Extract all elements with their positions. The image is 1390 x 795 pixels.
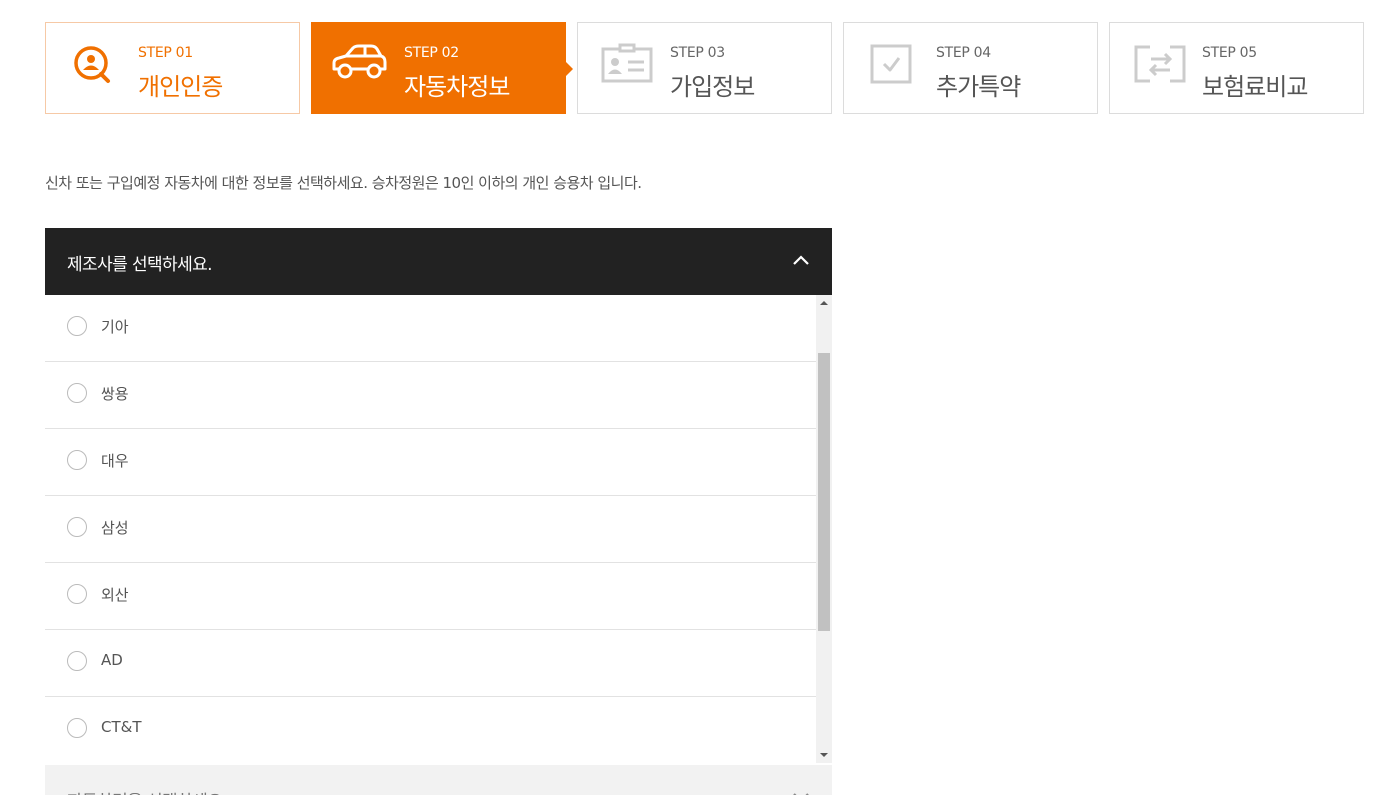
step-title: 보험료비교 — [1202, 73, 1308, 101]
step-number: STEP 01 — [138, 45, 193, 61]
step-number: STEP 03 — [670, 45, 725, 61]
option-label: 외산 — [101, 586, 129, 604]
chevron-down-icon — [793, 793, 809, 795]
options-scrollbar[interactable] — [816, 295, 832, 763]
checkbox-icon — [870, 44, 912, 84]
manufacturer-option[interactable]: 삼성 — [45, 496, 816, 563]
step-title: 개인인증 — [138, 73, 223, 101]
step-04-extra-options[interactable]: STEP 04 추가특약 — [843, 22, 1098, 114]
car-icon — [332, 44, 387, 79]
step-05-premium-compare[interactable]: STEP 05 보험료비교 — [1109, 22, 1364, 114]
car-name-dropdown[interactable]: 자동차명을 선택하세요. — [45, 765, 832, 795]
step-03-join-info[interactable]: STEP 03 가입정보 — [577, 22, 832, 114]
step-title: 추가특약 — [936, 73, 1021, 101]
radio-button[interactable] — [67, 718, 87, 738]
radio-button[interactable] — [67, 383, 87, 403]
radio-button[interactable] — [67, 316, 87, 336]
step-number: STEP 04 — [936, 45, 991, 61]
radio-button[interactable] — [67, 584, 87, 604]
manufacturer-option[interactable]: 기아 — [45, 295, 816, 362]
car-name-placeholder: 자동차명을 선택하세요. — [67, 787, 228, 795]
scrollbar-thumb[interactable] — [818, 353, 830, 631]
option-label: 기아 — [101, 318, 129, 336]
step-02-car-info[interactable]: STEP 02 자동차정보 — [311, 22, 573, 114]
option-label: AD — [101, 651, 123, 669]
scroll-down-arrow-icon[interactable] — [820, 753, 828, 757]
instruction-text: 신차 또는 구입예정 자동차에 대한 정보를 선택하세요. 승차정원은 10인 … — [45, 174, 642, 192]
radio-button[interactable] — [67, 651, 87, 671]
manufacturer-dropdown: 제조사를 선택하세요. 기아 쌍용 대우 삼성 외산 AD CT&T — [45, 228, 832, 763]
option-label: 쌍용 — [101, 385, 129, 403]
step-number: STEP 05 — [1202, 45, 1257, 61]
manufacturer-dropdown-header[interactable]: 제조사를 선택하세요. — [45, 228, 832, 295]
chevron-up-icon — [793, 255, 809, 265]
manufacturer-option[interactable]: CT&T — [45, 697, 816, 763]
step-title: 가입정보 — [670, 73, 755, 101]
scroll-up-arrow-icon[interactable] — [820, 301, 828, 305]
id-card-icon — [601, 43, 653, 83]
radio-button[interactable] — [67, 517, 87, 537]
manufacturer-option[interactable]: 외산 — [45, 563, 816, 630]
manufacturer-option[interactable]: 대우 — [45, 429, 816, 496]
manufacturer-option[interactable]: 쌍용 — [45, 362, 816, 429]
step-number: STEP 02 — [404, 45, 459, 61]
option-label: 대우 — [101, 452, 129, 470]
step-title: 자동차정보 — [404, 73, 510, 101]
manufacturer-option[interactable]: AD — [45, 630, 816, 697]
compare-icon — [1134, 45, 1186, 83]
manufacturer-options-list: 기아 쌍용 대우 삼성 외산 AD CT&T — [45, 295, 832, 763]
option-label: CT&T — [101, 718, 142, 736]
active-step-pointer — [565, 61, 573, 77]
radio-button[interactable] — [67, 450, 87, 470]
option-label: 삼성 — [101, 519, 129, 537]
search-user-icon — [74, 46, 110, 83]
step-progress: STEP 01 개인인증 STEP 02 자동차정보 STEP 03 가입정보 — [45, 22, 1365, 114]
manufacturer-placeholder: 제조사를 선택하세요. — [67, 255, 213, 275]
step-01-personal-auth[interactable]: STEP 01 개인인증 — [45, 22, 300, 114]
